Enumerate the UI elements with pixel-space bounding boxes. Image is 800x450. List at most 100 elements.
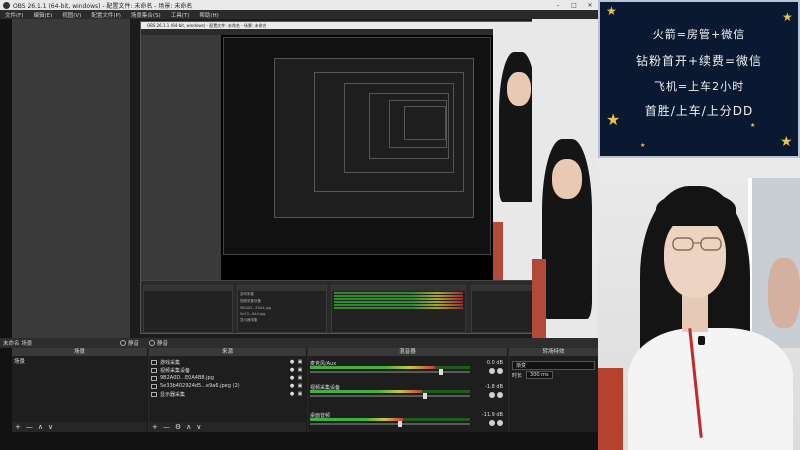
nested-source: 视频采集设备 [240,299,261,303]
chair [598,368,623,450]
mixer-channel: 麦克风/Aux 0.0 dB [310,360,505,378]
overlay-line: 飞机=上车2小时 [653,80,745,93]
gear-icon[interactable] [497,392,503,398]
sources-panel: 来源 游戏采集 ● ▣ 视频采集设备 ● ▣ 9B2A0D...E0A4B8.j… [149,348,307,432]
transition-type-row: 渐变 [509,360,598,370]
scene-status-label: 未命名 场景 [3,341,33,347]
lock-icon[interactable]: ▣ [296,367,304,373]
scenes-toolbar: + — ∧ ∨ [12,422,147,432]
nested-left-panel [141,35,221,280]
menu-tools[interactable]: 工具(T) [166,11,195,19]
streamer-face [664,216,726,298]
dock-area: 场景 场景 + — ∧ ∨ 来源 游戏采集 ● ▣ 视频采集设备 ● ▣ 9B2… [12,348,598,432]
background-person [768,258,800,328]
mic-mute-toggle[interactable]: 静音 [120,339,139,347]
lock-icon[interactable]: ▣ [296,375,304,381]
move-up-button[interactable]: ∧ [186,423,191,431]
source-item[interactable]: 显示器采集 ● ▣ [149,390,306,398]
volume-meter [310,366,470,369]
add-source-button[interactable]: + [152,423,158,431]
volume-slider[interactable] [310,369,470,375]
nested-preview [223,37,491,255]
nested-dock: 游戏采集 视频采集设备 9B2AD…E0A4.jpg 5e33...84d.jp… [141,280,539,333]
star-icon: ★ [780,134,793,150]
lock-icon[interactable]: ▣ [296,391,304,397]
maximize-button[interactable]: □ [566,2,582,9]
close-button[interactable]: ✕ [582,2,598,9]
add-scene-button[interactable]: + [15,423,21,431]
eye-icon[interactable]: ● [288,383,296,389]
remove-source-button[interactable]: — [163,423,170,431]
window-titlebar: OBS 26.1.1 (64-bit, windows) - 配置文件: 未命名… [0,0,598,10]
eye-icon[interactable]: ● [288,375,296,381]
mixer-panel: 混音器 麦克风/Aux 0.0 dB 视频采集设备 -1.8 dB 桌面音频 -… [308,348,508,432]
source-item[interactable]: 5e33b402924d5...e9a6.jpeg (2) ● ▣ [149,382,306,390]
star-icon: ★ [640,142,646,149]
nested-obs-capture: OBS 26.1.1 (64-bit, windows) - 配置文件: 未命名… [140,21,540,334]
mixer-body: 麦克风/Aux 0.0 dB 视频采集设备 -1.8 dB 桌面音频 -11.9… [308,356,507,432]
obs-logo-icon [3,1,10,9]
mixer-channel: 视频采集设备 -1.8 dB [310,384,505,402]
move-down-button[interactable]: ∨ [196,423,201,431]
volume-slider[interactable] [310,421,470,427]
menu-file[interactable]: 文件(F) [0,11,28,19]
sources-list[interactable]: 游戏采集 ● ▣ 视频采集设备 ● ▣ 9B2A0D...E0A4B8.jpg … [149,356,306,422]
streamer-shirt [628,328,793,450]
menu-help[interactable]: 帮助(H) [194,11,223,19]
overlay-line: 钻粉首开+续费=微信 [635,54,763,68]
menu-view[interactable]: 视图(V) [57,11,86,19]
source-item[interactable]: 游戏采集 ● ▣ [149,358,306,366]
scenes-list[interactable]: 场景 [12,356,147,422]
overlay-line: 首胜/上车/上分DD [644,104,754,118]
volume-meter [310,418,470,421]
transition-type-select[interactable]: 渐变 [512,360,595,370]
speaker-icon[interactable] [489,420,495,426]
glasses-icon [672,237,722,251]
preview-left-panel [12,19,130,338]
image-icon [151,383,157,389]
menu-edit[interactable]: 编辑(E) [28,11,57,19]
monitor-icon [151,391,157,397]
source-item[interactable]: 视频采集设备 ● ▣ [149,366,306,374]
preview-canvas[interactable]: OBS 26.1.1 (64-bit, windows) - 配置文件: 未命名… [12,19,598,338]
nested-source: 游戏采集 [240,292,254,296]
transitions-panel: 转场特效 渐变 时长 300 ms [509,348,598,432]
tunnel-frame [404,106,446,140]
minimize-button[interactable]: – [550,2,566,9]
star-icon: ★ [750,122,756,129]
gear-icon[interactable] [497,368,503,374]
lock-icon[interactable]: ▣ [296,359,304,365]
nested-title: OBS 26.1.1 (64-bit, windows) - 配置文件: 未命名… [141,22,539,29]
gear-icon[interactable] [497,420,503,426]
bottom-padding [0,432,598,450]
eye-icon[interactable]: ● [288,359,296,365]
camera-icon [151,367,157,373]
remove-scene-button[interactable]: — [26,423,33,431]
source-settings-button[interactable]: ⚙ [175,423,181,431]
image-icon [151,375,157,381]
overlay-line: 火箭=房管+微信 [652,28,746,41]
sources-header: 来源 [149,348,306,356]
window-title: OBS 26.1.1 (64-bit, windows) - 配置文件: 未命名… [13,2,193,10]
star-icon: ★ [782,10,793,24]
move-up-button[interactable]: ∧ [38,423,43,431]
eye-icon[interactable]: ● [288,391,296,397]
speaker-icon[interactable] [489,368,495,374]
menu-scene-collection[interactable]: 场景集合(S) [126,11,166,19]
menu-profile[interactable]: 配置文件(P) [86,11,126,19]
move-down-button[interactable]: ∨ [48,423,53,431]
source-item[interactable]: 9B2A0D...E0A4B8.jpg ● ▣ [149,374,306,382]
mixer-channel: 桌面音频 -11.9 dB [310,412,505,430]
duration-label: 时长 [512,372,523,379]
desktop-mute-toggle[interactable]: 静音 [149,339,168,347]
scene-item[interactable]: 场景 [12,356,147,366]
eye-icon[interactable]: ● [288,367,296,373]
gear-icon [120,340,126,346]
volume-slider[interactable] [310,393,470,399]
volume-meter [310,390,470,393]
speaker-icon[interactable] [489,392,495,398]
duration-input[interactable]: 300 ms [526,371,553,379]
scenes-panel: 场景 场景 + — ∧ ∨ [12,348,148,432]
transition-duration-row: 时长 300 ms [509,370,598,380]
lock-icon[interactable]: ▣ [296,383,304,389]
